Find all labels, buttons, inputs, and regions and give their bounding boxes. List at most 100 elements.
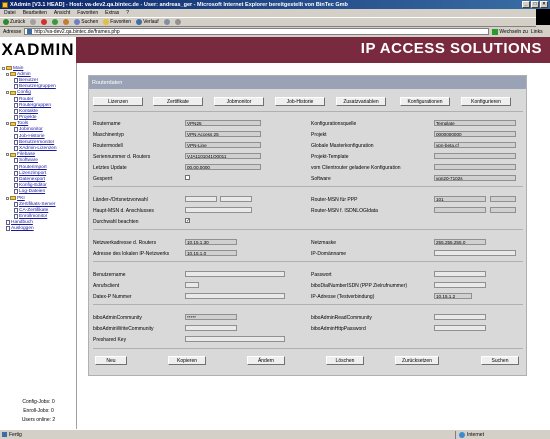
maximize-button[interactable]: □: [531, 1, 539, 8]
tree-expander-icon[interactable]: [6, 196, 9, 200]
bibodial-field[interactable]: [434, 282, 486, 288]
software-field[interactable]: vgn20-7102s: [434, 175, 516, 181]
menu-datei[interactable]: Datei: [4, 10, 16, 16]
sidebar-item-label[interactable]: Router: [19, 97, 33, 102]
sidebar-item-label[interactable]: Lizenzimport: [19, 171, 46, 176]
tree-expander-icon[interactable]: [6, 122, 9, 126]
menu-bearbeiten[interactable]: Bearbeiten: [23, 10, 47, 16]
sidebar-item-label[interactable]: Config: [17, 90, 31, 95]
zusatzvariablen-button[interactable]: Zusatzvariablen: [336, 97, 386, 106]
lokaladresse-field[interactable]: 10.15.1.0: [185, 250, 237, 256]
sidebar-item-label[interactable]: Routerimport: [19, 165, 47, 170]
sidebar-item-label[interactable]: Zertifikats-Server: [19, 202, 56, 207]
netzmaske-field[interactable]: 255.255.255.0: [434, 239, 486, 245]
print-button[interactable]: [174, 19, 181, 25]
letztesupdate-field[interactable]: 00.00.0000: [185, 164, 261, 170]
globalmaster-field[interactable]: vpn-beta.cf: [434, 142, 516, 148]
menu-help[interactable]: ?: [126, 10, 129, 16]
go-button[interactable]: Wechseln zu: [492, 28, 528, 35]
benutzername-field[interactable]: [185, 271, 285, 277]
sidebar-item-label[interactable]: PKI: [17, 196, 25, 201]
konfigurieren-button[interactable]: Konfigurieren: [461, 97, 511, 106]
sidebar-item-label[interactable]: Admin: [17, 72, 31, 77]
ortsnetzvorwahl-field[interactable]: [220, 196, 252, 202]
seriennummer-field[interactable]: VJA1101041O0011: [185, 153, 261, 159]
menu-ansicht[interactable]: Ansicht: [54, 10, 70, 16]
sidebar-item-label[interactable]: Datenexport: [19, 177, 45, 182]
maschinentyp-field[interactable]: VPN Access 25: [185, 131, 261, 137]
routermsnppp-field[interactable]: 101: [434, 196, 486, 202]
jobmonitor-button[interactable]: Jobmonitor: [214, 97, 264, 106]
anrufsclient-field[interactable]: [185, 282, 199, 288]
zertifikate-button[interactable]: Zertifikate: [153, 97, 203, 106]
lizenzen-button[interactable]: Lizenzen: [93, 97, 143, 106]
projekt-field[interactable]: 0000000000: [434, 131, 516, 137]
gesperrt-checkbox[interactable]: [185, 175, 190, 180]
home-button[interactable]: [63, 19, 70, 25]
netzwerkadresse-field[interactable]: 10.15.1.30: [185, 239, 237, 245]
sidebar-item-label[interactable]: Kontakte: [19, 109, 38, 114]
tree-expander-icon[interactable]: [6, 91, 9, 95]
mail-button[interactable]: [163, 19, 170, 25]
url-input[interactable]: http://va-dev2.qa.bintec.de/frames.php: [24, 28, 490, 35]
menu-favoriten[interactable]: Favoriten: [77, 10, 98, 16]
xadmin-logo[interactable]: XADMIN: [0, 37, 77, 63]
refresh-button[interactable]: [52, 19, 59, 25]
projtemplate-field[interactable]: [434, 153, 516, 159]
sidebar-item-label[interactable]: XAdmin-Lizenzen: [19, 146, 57, 151]
ipadresstest-field[interactable]: 10.15.1.2: [434, 293, 472, 299]
sidebar-item-label[interactable]: Job-Historie: [19, 134, 45, 139]
sidebar-item-label[interactable]: Handbuch: [11, 220, 33, 225]
sidebar-item-label[interactable]: Konfig-Editor: [19, 183, 47, 188]
laendervorwahl-field[interactable]: [185, 196, 217, 202]
routermodell-field[interactable]: VPN-Line: [185, 142, 261, 148]
dateipnummer-field[interactable]: [185, 293, 285, 299]
history-button[interactable]: Verlauf: [136, 19, 159, 25]
tree-expander-icon[interactable]: [6, 72, 9, 76]
konfigquelle-field[interactable]: Template: [434, 120, 516, 126]
sidebar-item-label[interactable]: Benutzergruppen: [19, 84, 56, 89]
tree-expander-icon[interactable]: [2, 66, 5, 70]
stop-button[interactable]: [41, 19, 48, 25]
sidebar-item-label[interactable]: Routergruppen: [19, 103, 51, 108]
sidebar-item-label[interactable]: Ausloggen: [11, 226, 34, 231]
zuruecksetzen-button[interactable]: Zurücksetzen: [395, 356, 439, 365]
sidebar-item-ausloggen[interactable]: Ausloggen: [2, 226, 57, 232]
loeschen-button[interactable]: Löschen: [326, 356, 364, 365]
sidebar-item-label[interactable]: Projekte: [19, 115, 37, 120]
sidebar-item-label[interactable]: Benutzer: [19, 78, 38, 83]
search-button[interactable]: Suchen: [74, 19, 98, 25]
adminreadcomm-field[interactable]: *****: [185, 314, 237, 320]
minimize-button[interactable]: _: [522, 1, 530, 8]
routermsnisdn-field[interactable]: [434, 207, 486, 213]
routermsnppp-extra-field[interactable]: [490, 196, 516, 202]
konfigurationen-button[interactable]: Konfigurationen: [400, 97, 450, 106]
suchen-button[interactable]: Suchen: [481, 356, 519, 365]
routername-field[interactable]: VPN25: [185, 120, 261, 126]
sidebar-item-label[interactable]: Enrollmonitor: [19, 214, 47, 219]
writecomm-field[interactable]: [185, 325, 237, 331]
kopieren-button[interactable]: Kopieren: [168, 356, 206, 365]
menu-extras[interactable]: Extras: [105, 10, 119, 16]
durchwahl-checkbox[interactable]: ✓: [185, 218, 190, 224]
forward-button[interactable]: [30, 19, 37, 25]
tree-expander-icon[interactable]: [6, 153, 9, 157]
hauptmsn-field[interactable]: [185, 207, 252, 213]
sidebar-item-label[interactable]: Software: [19, 158, 38, 163]
httppass-field[interactable]: [434, 325, 486, 331]
sidebar-item-label[interactable]: CA-Zertifikate: [19, 208, 48, 213]
domainname-field[interactable]: [434, 250, 516, 256]
routermsnisdn-extra-field[interactable]: [490, 207, 516, 213]
links-button[interactable]: Links: [531, 29, 543, 35]
presharedkey-field[interactable]: [185, 336, 285, 342]
sidebar-item-label[interactable]: Main: [13, 66, 23, 71]
neu-button[interactable]: Neu: [95, 356, 127, 365]
favorites-button[interactable]: Favoriten: [103, 19, 131, 25]
sidebar-item-label[interactable]: Jobmonitor: [19, 127, 43, 132]
aendern-button[interactable]: Ändern: [247, 356, 285, 365]
close-button[interactable]: ×: [540, 1, 548, 8]
vomclient-field[interactable]: [434, 164, 516, 170]
sidebar-item-label[interactable]: Log-Dateien: [19, 189, 45, 194]
sidebar-item-label[interactable]: Benutzermonitor: [19, 140, 54, 145]
job-historie-button[interactable]: Job-Historie: [275, 97, 325, 106]
